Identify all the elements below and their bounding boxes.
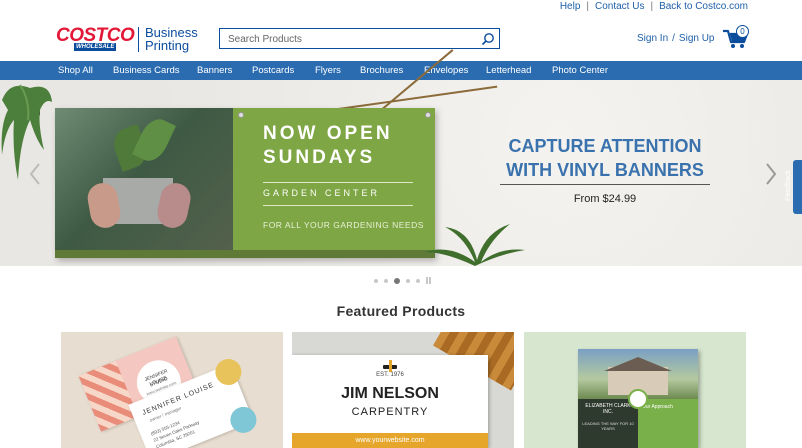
roof-shape <box>604 357 672 371</box>
search-input[interactable] <box>220 30 470 49</box>
site-header: COSTCO WHOLESALE Business Printing Sign … <box>0 15 802 61</box>
banner-photo <box>55 108 233 258</box>
nav-shop-all[interactable]: Shop All <box>58 65 93 76</box>
utility-links: Help | Contact Us | Back to Costco.com <box>560 1 748 12</box>
nav-flyers[interactable]: Flyers <box>315 65 341 76</box>
fern-plant-image <box>425 224 525 266</box>
nav-postcards[interactable]: Postcards <box>252 65 294 76</box>
product-card-postcards[interactable]: ELIZABETH CLARK INC. LEADING THE WAY FOR… <box>524 332 746 448</box>
banner-subhead: GARDEN CENTER <box>263 188 381 198</box>
carousel-dot-active[interactable] <box>394 277 400 284</box>
card-accent-shape <box>226 402 261 437</box>
hero-price[interactable]: From $24.99 <box>500 193 710 205</box>
hero-headline-line-2: WITH VINYL BANNERS <box>506 160 704 180</box>
separator: | <box>650 1 654 12</box>
product-card-signs[interactable]: EST. 1976 JIM NELSON CARPENTRY www.yourw… <box>292 332 514 448</box>
nav-photo-center[interactable]: Photo Center <box>552 65 608 76</box>
logo-divider <box>138 27 139 52</box>
carousel-prev-icon[interactable] <box>28 162 42 186</box>
nav-letterhead[interactable]: Letterhead <box>486 65 531 76</box>
carousel-dot[interactable] <box>416 278 420 283</box>
grommet <box>238 112 244 118</box>
card-pattern <box>78 360 139 432</box>
utility-bar: Help | Contact Us | Back to Costco.com <box>0 0 802 15</box>
carousel-next-icon[interactable] <box>764 162 778 186</box>
yard-sign: EST. 1976 JIM NELSON CARPENTRY www.yourw… <box>292 355 488 448</box>
sign-est: EST. 1976 <box>376 372 404 378</box>
hero-headline-line-1: CAPTURE ATTENTION <box>508 136 702 156</box>
main-nav: Shop All Business Cards Banners Postcard… <box>0 61 802 80</box>
postcard-image: ELIZABETH CLARK INC. LEADING THE WAY FOR… <box>578 349 698 448</box>
banner-rule <box>263 182 413 183</box>
search-box <box>219 28 500 49</box>
help-link[interactable]: Help <box>560 1 581 12</box>
banner-headline: NOW OPEN SUNDAYS <box>263 122 393 170</box>
nav-banners[interactable]: Banners <box>197 65 232 76</box>
feedback-tab[interactable]: Feedback <box>785 160 802 214</box>
banner-line-2: SUNDAYS <box>263 147 376 168</box>
carousel-dot[interactable] <box>374 278 378 283</box>
grommet <box>425 112 431 118</box>
hammer-icon <box>383 360 397 372</box>
carousel-dot[interactable] <box>384 278 388 283</box>
slash-separator: / <box>672 33 675 44</box>
sign-trade: CARPENTRY <box>351 406 429 418</box>
postcard-left-panel: ELIZABETH CLARK INC. LEADING THE WAY FOR… <box>578 399 638 448</box>
banner-line-1: NOW OPEN <box>263 123 393 144</box>
hero-divider <box>500 184 710 185</box>
postcard-logo <box>628 389 648 409</box>
banner-stripe <box>55 250 435 258</box>
separator: | <box>586 1 589 12</box>
account-links: Sign In / Sign Up <box>637 33 715 44</box>
card-accent-shape <box>211 355 246 389</box>
featured-products-heading: Featured Products <box>336 303 466 319</box>
nav-business-cards[interactable]: Business Cards <box>113 65 180 76</box>
nav-brochures[interactable]: Brochures <box>360 65 403 76</box>
postcard-right-panel: Our Approach <box>638 399 698 448</box>
carousel-indicators <box>374 277 431 284</box>
brand-line-2: Printing <box>145 38 190 53</box>
promo-banner-image: NOW OPEN SUNDAYS GARDEN CENTER FOR ALL Y… <box>55 108 435 258</box>
banner-rule <box>263 205 413 206</box>
sign-name: JIM NELSON <box>341 385 439 402</box>
business-printing-brand[interactable]: Business Printing <box>145 26 198 52</box>
logo-subtitle: WHOLESALE <box>74 43 117 51</box>
carousel-pause-icon[interactable] <box>426 277 431 284</box>
carousel-dot[interactable] <box>406 278 410 283</box>
postcard-tag: LEADING THE WAY FOR 10 YEARS <box>582 421 634 431</box>
postcard-approach: Our Approach <box>642 404 673 410</box>
product-card-business-cards[interactable]: JENNIFER LOUISE STUDIO www.website.com J… <box>61 332 283 448</box>
sign-url: www.yourwebsite.com <box>292 433 488 448</box>
search-icon[interactable] <box>481 32 495 46</box>
sign-in-link[interactable]: Sign In <box>637 33 668 44</box>
contact-us-link[interactable]: Contact Us <box>595 1 644 12</box>
back-to-costco-link[interactable]: Back to Costco.com <box>659 1 748 12</box>
postcard-company: ELIZABETH CLARK INC. <box>585 403 631 415</box>
sign-up-link[interactable]: Sign Up <box>679 33 715 44</box>
hero-headline: CAPTURE ATTENTION WITH VINYL BANNERS <box>500 134 710 182</box>
feedback-label: Feedback <box>784 170 792 201</box>
banner-tagline: FOR ALL YOUR GARDENING NEEDS <box>263 220 424 230</box>
cart-count-badge[interactable]: 0 <box>736 25 749 38</box>
